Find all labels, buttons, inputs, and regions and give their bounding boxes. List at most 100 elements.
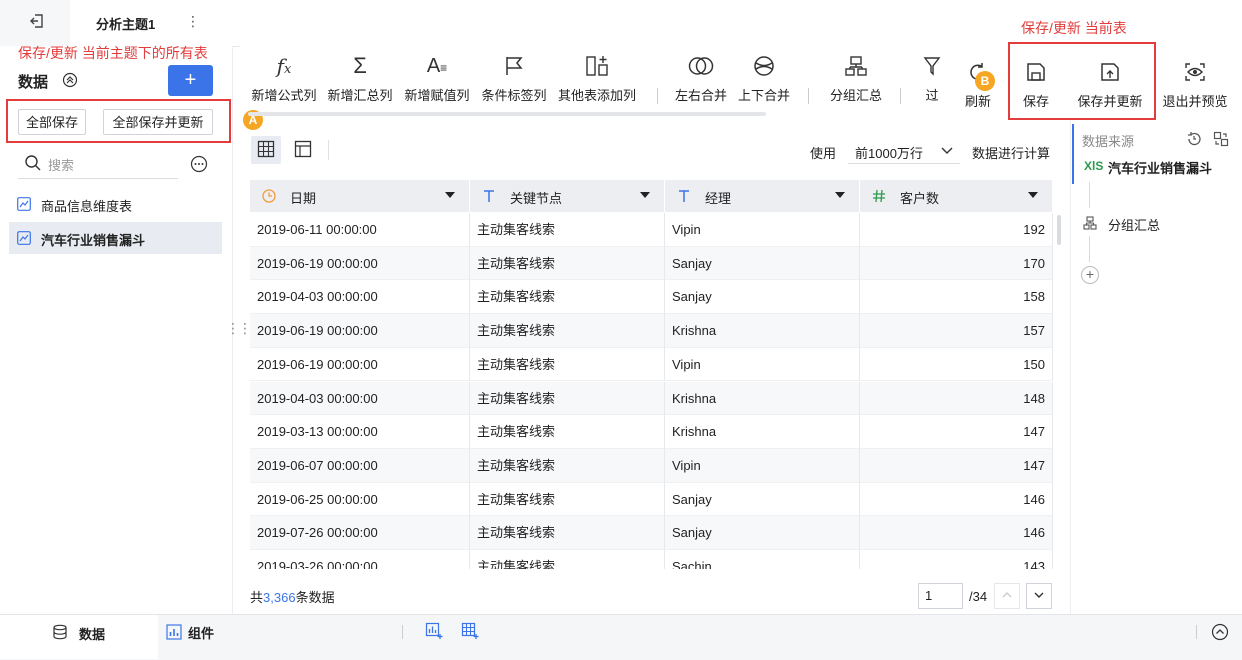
save-all-update-button[interactable]: 全部保存并更新 [103,109,213,135]
table-row[interactable]: 2019-04-03 00:00:00 主动集客线索 Krishna 148 [250,381,1053,416]
filter-button[interactable]: 过 [920,52,944,104]
column-header-date[interactable]: 日期 [250,180,470,212]
table-cell: 2019-06-25 00:00:00 [250,482,470,517]
table-row[interactable]: 2019-03-26 00:00:00 主动集客线索 Sachin 143 [250,550,1053,569]
table-cell: 主动集客线索 [470,448,665,483]
table-row[interactable]: 2019-06-19 00:00:00 主动集客线索 Vipin 150 [250,347,1053,382]
column-header-manager[interactable]: 经理 [665,180,860,212]
page-input[interactable]: 1 [918,583,963,609]
search-input[interactable] [18,150,178,179]
tool-label: 过 [925,88,939,103]
left-right-merge-button[interactable]: 左右合并 [671,52,731,104]
condition-tag-column-button[interactable]: 条件标签列 [478,52,550,104]
add-column-from-table-button[interactable]: 其他表添加列 [555,52,639,104]
toolbar-divider [657,88,658,104]
table-cell: 2019-03-26 00:00:00 [250,550,470,569]
collapse-panel-icon[interactable] [1211,623,1229,641]
collapse-up-icon[interactable] [62,72,78,88]
total-count-value: 3,366 [263,590,296,605]
save-button[interactable]: 保存 [1018,58,1054,110]
toolbar-scrollbar[interactable] [248,112,766,116]
save-all-button[interactable]: 全部保存 [18,109,86,135]
layout-icon [294,140,312,161]
chevron-up-icon [1001,589,1013,604]
column-header-key-node[interactable]: 关键节点 [470,180,665,212]
table-cell: Krishna [665,314,860,348]
step-group-summary[interactable]: 分组汇总 [1108,215,1160,234]
tool-label: 新增汇总列 [327,88,393,103]
chevron-down-icon [1033,589,1045,604]
bottom-bar [0,614,1242,660]
add-column-icon [555,52,639,80]
grid-icon [257,140,275,161]
chart-line-icon [17,231,31,245]
page-prev-button[interactable] [994,583,1020,609]
add-data-button[interactable]: + [168,65,213,96]
bottom-divider [1196,625,1197,639]
column-menu-icon[interactable] [445,192,455,198]
data-panel-title: 数据 [18,74,49,91]
table-cell: Sanjay [665,246,860,281]
table-cell: 主动集客线索 [470,213,665,247]
back-icon[interactable] [28,12,46,30]
data-source-name[interactable]: 汽车行业销售漏斗 [1108,158,1212,177]
table-cell: 主动集客线索 [470,482,665,517]
add-table-icon[interactable] [461,622,479,640]
tree-item-label: 商品信息维度表 [41,199,133,214]
table-row[interactable]: 2019-06-11 00:00:00 主动集客线索 Vipin 192 [250,213,1053,247]
tab-data-label[interactable]: 数据 [79,624,105,643]
save-update-button[interactable]: 保存并更新 [1072,58,1148,110]
table-cell: 主动集客线索 [470,516,665,550]
left-right-merge-icon [671,52,731,80]
tab-title[interactable]: 分析主题1 [96,14,155,33]
column-menu-icon[interactable] [1028,192,1038,198]
table-cell: 2019-07-26 00:00:00 [250,516,470,550]
tree-item-label: 汽车行业销售漏斗 [41,233,146,248]
table-cell: Vipin [665,213,860,247]
grid-view-button[interactable] [251,136,281,164]
table-row[interactable]: 2019-06-07 00:00:00 主动集客线索 Vipin 147 [250,448,1053,483]
table-row[interactable]: 2019-04-03 00:00:00 主动集客线索 Sanjay 158 [250,280,1053,315]
pivot-view-button[interactable] [288,136,318,164]
table-scrollbar[interactable] [1057,215,1061,245]
column-header-label: 关键节点 [510,191,563,206]
total-prefix: 共 [250,590,264,605]
resize-handle-icon[interactable]: ⋮⋮ [226,320,252,337]
tab-more-icon[interactable]: ⋮ [186,13,200,30]
add-chart-icon[interactable] [425,622,443,640]
table-row[interactable]: 2019-07-26 00:00:00 主动集客线索 Sanjay 146 [250,516,1053,550]
tool-label: 保存并更新 [1077,94,1143,109]
tab-component-label[interactable]: 组件 [188,623,214,642]
group-summary-button[interactable]: 分组汇总 [826,52,886,104]
exit-preview-button[interactable]: 退出并预览 [1160,58,1230,110]
reset-icon[interactable] [1186,131,1202,147]
table-cell: 主动集客线索 [470,415,665,449]
add-summary-column-button[interactable]: Σ 新增汇总列 [324,52,396,104]
row-limit-value[interactable]: 前1000万行 [855,143,923,162]
more-options-icon[interactable] [190,155,208,173]
bottom-divider [402,625,403,639]
table-row[interactable]: 2019-06-19 00:00:00 主动集客线索 Krishna 157 [250,314,1053,348]
add-formula-column-button[interactable]: fx 新增公式列 [248,52,320,104]
column-menu-icon[interactable] [640,192,650,198]
save-icon [1018,58,1054,86]
table-cell: 148 [860,381,1053,416]
tool-label: 条件标签列 [481,88,547,103]
table-row[interactable]: 2019-03-13 00:00:00 主动集客线索 Krishna 147 [250,415,1053,449]
tool-label: 新增公式列 [251,88,317,103]
add-assign-column-button[interactable]: A≡ 新增赋值列 [401,52,473,104]
tree-item-product-info[interactable]: 商品信息维度表 [9,188,222,220]
add-step-button[interactable]: + [1081,266,1099,284]
chart-line-icon [17,197,31,211]
column-header-customers[interactable]: 客户数 [860,180,1053,212]
tree-item-sales-funnel[interactable]: 汽车行业销售漏斗 [9,222,222,254]
column-menu-icon[interactable] [835,192,845,198]
up-down-merge-button[interactable]: 上下合并 [736,52,792,104]
page-next-button[interactable] [1026,583,1052,609]
table-row[interactable]: 2019-06-19 00:00:00 主动集客线索 Sanjay 170 [250,246,1053,281]
swap-icon[interactable] [1213,131,1229,147]
table-row[interactable]: 2019-06-25 00:00:00 主动集客线索 Sanjay 146 [250,482,1053,517]
page-total: /34 [969,589,988,604]
search-placeholder: 搜索 [48,158,75,173]
chevron-down-icon[interactable] [940,143,954,157]
